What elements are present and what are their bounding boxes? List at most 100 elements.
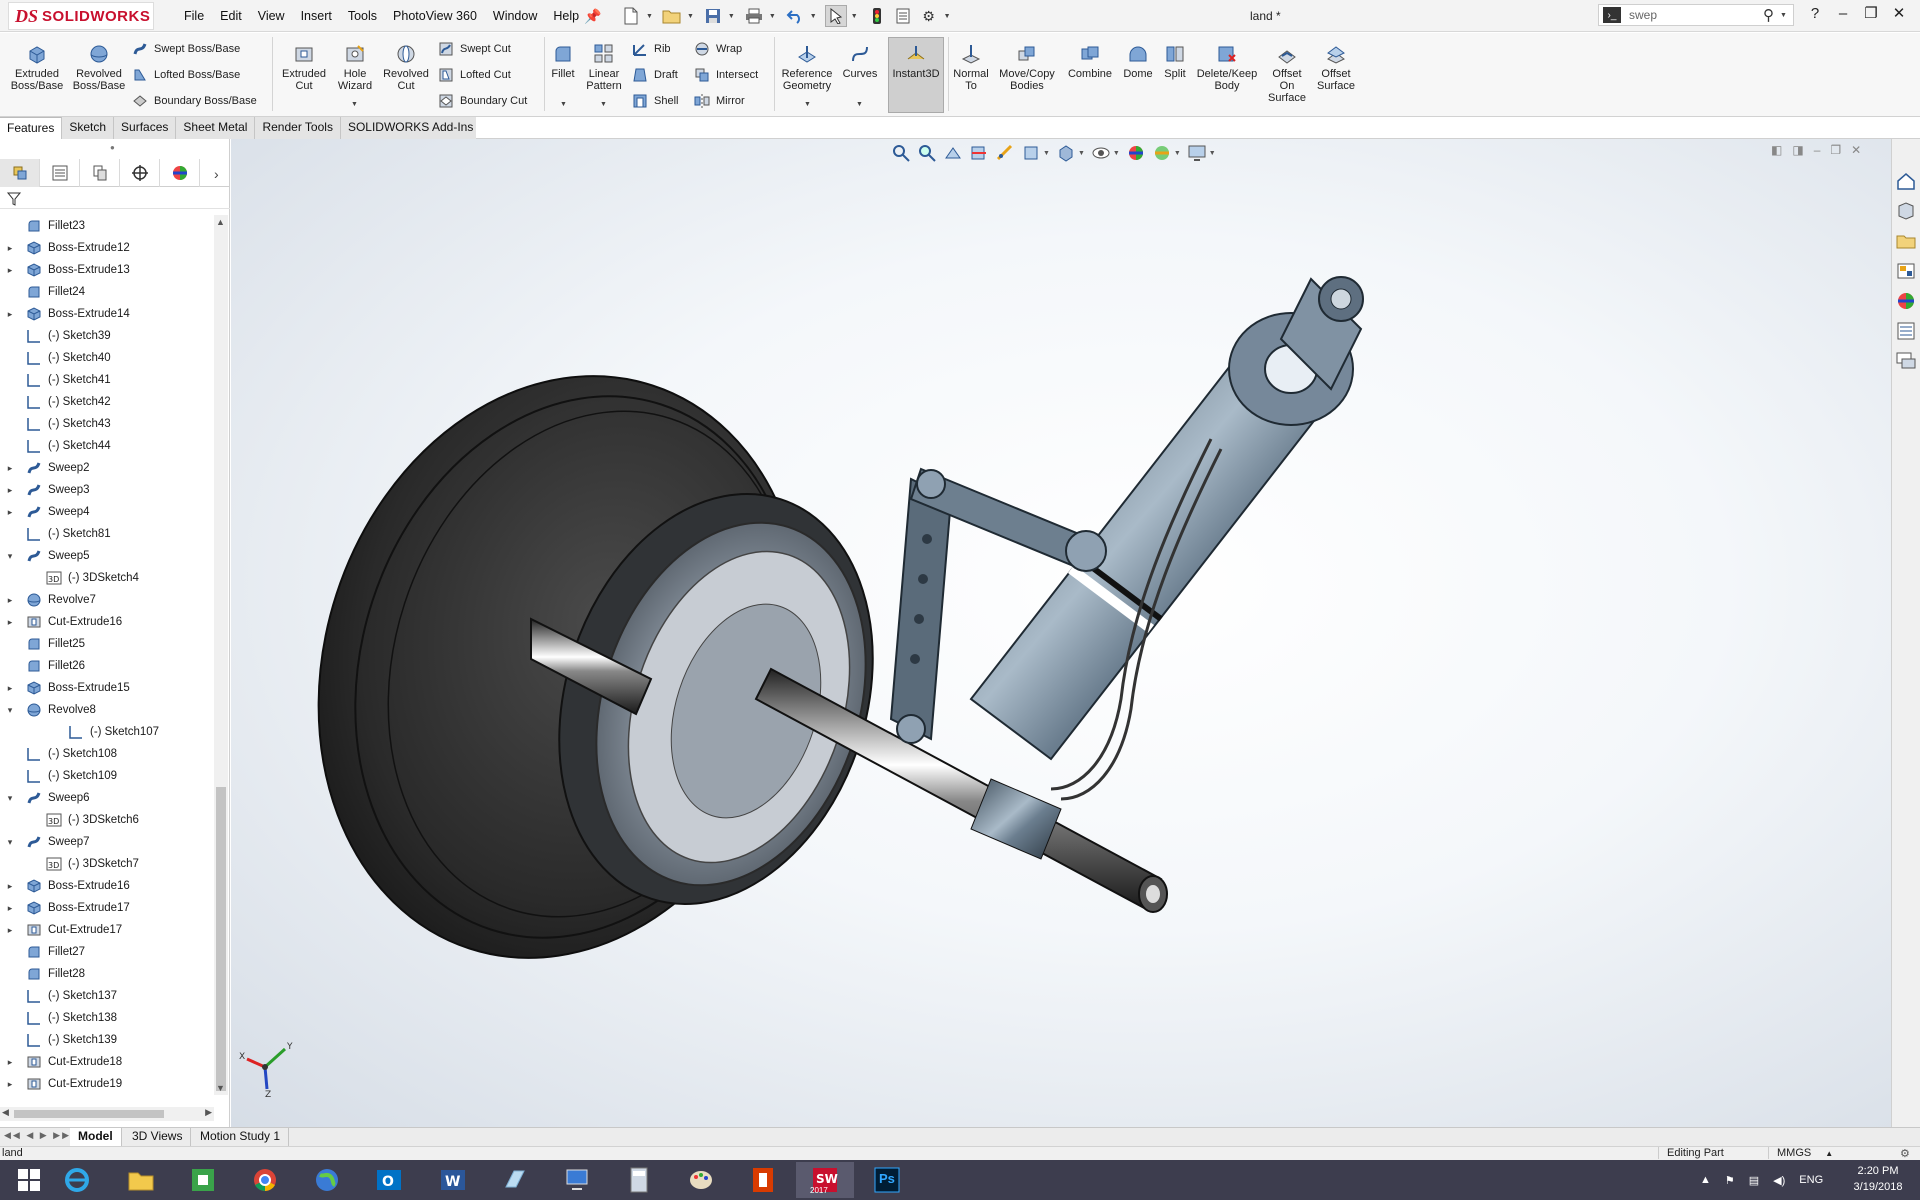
taskbar-clock[interactable]: 2:20 PM 3/19/2018	[1838, 1163, 1918, 1195]
menu-insert[interactable]: Insert	[293, 9, 340, 23]
tree-horizontal-scrollbar[interactable]: ◀ ▶	[0, 1107, 214, 1121]
taskbar-app-green[interactable]	[174, 1162, 232, 1198]
landing-gear-model[interactable]	[231, 139, 1891, 1127]
taskbar-solidworks[interactable]: SW 2017	[796, 1162, 854, 1198]
curves-button[interactable]: Curves	[840, 43, 880, 80]
tree-item-sketch42[interactable]: (-) Sketch42	[0, 391, 214, 413]
hole-wizard-button[interactable]: Hole Wizard	[332, 43, 378, 92]
scroll-thumb[interactable]	[216, 787, 226, 1091]
filter-funnel-icon[interactable]	[6, 191, 22, 207]
tree-item-cut-extrude17[interactable]: ▸ Cut-Extrude17	[0, 919, 214, 941]
tree-item-fillet28[interactable]: Fillet28	[0, 963, 214, 985]
minimize-window-icon[interactable]: –	[1834, 5, 1852, 22]
tree-item-fillet24[interactable]: Fillet24	[0, 281, 214, 303]
taskbar-paint[interactable]	[672, 1162, 730, 1198]
menu-photoview[interactable]: PhotoView 360	[385, 9, 485, 23]
offset-surface-button[interactable]: Offset Surface	[1312, 43, 1360, 92]
undo-icon[interactable]	[784, 5, 806, 27]
command-search-box[interactable]: ›_ ⚲ ▼	[1598, 4, 1794, 26]
tree-item-sketch139[interactable]: (-) Sketch139	[0, 1029, 214, 1051]
rib-button[interactable]: Rib	[632, 41, 671, 57]
tab-sketch[interactable]: Sketch	[62, 117, 115, 139]
move-copy-bodies-button[interactable]: Move/Copy Bodies	[996, 43, 1058, 92]
status-bar-customize-icon[interactable]: ⚙	[1900, 1147, 1910, 1160]
taskbar-maps-globe[interactable]	[298, 1162, 356, 1198]
scroll-right-icon[interactable]: ▶	[205, 1107, 212, 1118]
tree-item-cut-extrude19[interactable]: ▸ Cut-Extrude19	[0, 1073, 214, 1095]
extruded-boss-button[interactable]: Extruded Boss/Base	[8, 43, 66, 92]
tree-item-3dsketch6[interactable]: 3D (-) 3DSketch6	[0, 809, 214, 831]
tab-3d-views[interactable]: 3D Views	[124, 1128, 192, 1146]
intersect-button[interactable]: Intersect	[694, 67, 758, 83]
tree-item-boss-extrude14[interactable]: ▸ Boss-Extrude14	[0, 303, 214, 325]
expand-caret-icon[interactable]: ▸	[4, 881, 16, 892]
fillet-button[interactable]: Fillet	[548, 43, 578, 80]
unit-system-selector[interactable]: MMGS ▲	[1768, 1147, 1841, 1159]
tree-item-revolve7[interactable]: ▸ Revolve7	[0, 589, 214, 611]
tree-item-fillet26[interactable]: Fillet26	[0, 655, 214, 677]
tree-item-cut-extrude16[interactable]: ▸ Cut-Extrude16	[0, 611, 214, 633]
graphics-area[interactable]: ▼ ▼ ▼ ▼ ▼ ◧ ◨ – ❐ ✕ Y X Z	[231, 139, 1891, 1127]
tree-item-sweep7[interactable]: ▾ Sweep7	[0, 831, 214, 853]
view-palette-icon[interactable]	[1895, 260, 1917, 282]
options-gear-icon[interactable]: ⚙	[918, 5, 940, 27]
pin-menu-icon[interactable]: 📌	[584, 8, 601, 25]
collapse-caret-icon[interactable]: ▾	[4, 551, 16, 562]
expand-caret-icon[interactable]: ▸	[4, 507, 16, 518]
tab-surfaces[interactable]: Surfaces	[114, 117, 177, 139]
expand-caret-icon[interactable]: ▸	[4, 243, 16, 254]
split-button[interactable]: Split	[1160, 43, 1190, 80]
taskbar-chrome[interactable]	[236, 1162, 294, 1198]
expand-pane-chevron-icon[interactable]: ›	[214, 166, 219, 182]
revolved-cut-button[interactable]: Revolved Cut	[378, 43, 434, 92]
menu-view[interactable]: View	[250, 9, 293, 23]
tree-item-sketch44[interactable]: (-) Sketch44	[0, 435, 214, 457]
print-dropdown-icon[interactable]: ▼	[769, 13, 776, 20]
show-hidden-icons-chevron-icon[interactable]: ▲	[1700, 1174, 1711, 1186]
tree-item-sweep5[interactable]: ▾ Sweep5	[0, 545, 214, 567]
draft-button[interactable]: Draft	[632, 67, 678, 83]
menu-file[interactable]: File	[176, 9, 212, 23]
offset-on-surface-button[interactable]: Offset On Surface	[1264, 43, 1310, 104]
open-dropdown-icon[interactable]: ▼	[687, 13, 694, 20]
search-icon[interactable]: ⚲	[1763, 6, 1774, 24]
tree-item-sketch43[interactable]: (-) Sketch43	[0, 413, 214, 435]
tree-item-3dsketch4[interactable]: 3D (-) 3DSketch4	[0, 567, 214, 589]
help-icon[interactable]: ?	[1806, 5, 1824, 22]
lofted-cut-button[interactable]: Lofted Cut	[438, 67, 511, 83]
select-cursor-icon[interactable]	[824, 5, 847, 27]
taskbar-file-explorer[interactable]	[112, 1162, 170, 1198]
display-manager-tab[interactable]	[160, 159, 200, 187]
taskbar-internet-explorer[interactable]	[48, 1162, 106, 1198]
linear-pattern-button[interactable]: Linear Pattern	[582, 43, 626, 92]
open-folder-icon[interactable]	[661, 5, 683, 27]
taskbar-outlook[interactable]: O	[360, 1162, 418, 1198]
menu-tools[interactable]: Tools	[340, 9, 385, 23]
expand-caret-icon[interactable]: ▸	[4, 595, 16, 606]
options-dropdown-icon[interactable]: ▼	[944, 13, 951, 20]
forum-chat-icon[interactable]	[1895, 350, 1917, 372]
hole-wizard-dropdown-icon[interactable]: ▼	[351, 101, 358, 108]
delete-keep-body-button[interactable]: Delete/Keep Body	[1194, 43, 1260, 92]
search-dropdown-icon[interactable]: ▼	[1780, 12, 1787, 19]
undo-dropdown-icon[interactable]: ▼	[810, 13, 817, 20]
tree-item-boss-extrude16[interactable]: ▸ Boss-Extrude16	[0, 875, 214, 897]
expand-caret-icon[interactable]: ▸	[4, 1079, 16, 1090]
tab-solidworks-addins[interactable]: SOLIDWORKS Add-Ins	[340, 117, 482, 139]
wrap-button[interactable]: Wrap	[694, 41, 742, 57]
curves-dropdown-icon[interactable]: ▼	[856, 101, 863, 108]
tab-motion-study-1[interactable]: Motion Study 1	[192, 1128, 290, 1146]
file-properties-icon[interactable]	[892, 5, 914, 27]
tree-item-boss-extrude12[interactable]: ▸ Boss-Extrude12	[0, 237, 214, 259]
design-library-icon[interactable]	[1895, 200, 1917, 222]
restore-window-icon[interactable]: ❐	[1862, 4, 1880, 22]
tree-filter-row[interactable]	[0, 189, 230, 209]
tree-item-fillet27[interactable]: Fillet27	[0, 941, 214, 963]
tree-item-sketch138[interactable]: (-) Sketch138	[0, 1007, 214, 1029]
expand-caret-icon[interactable]: ▸	[4, 617, 16, 628]
expand-caret-icon[interactable]: ▸	[4, 463, 16, 474]
collapse-caret-icon[interactable]: ▾	[4, 705, 16, 716]
menu-help[interactable]: Help	[545, 9, 587, 23]
tree-item-3dsketch7[interactable]: 3D (-) 3DSketch7	[0, 853, 214, 875]
new-document-icon[interactable]	[620, 5, 642, 27]
